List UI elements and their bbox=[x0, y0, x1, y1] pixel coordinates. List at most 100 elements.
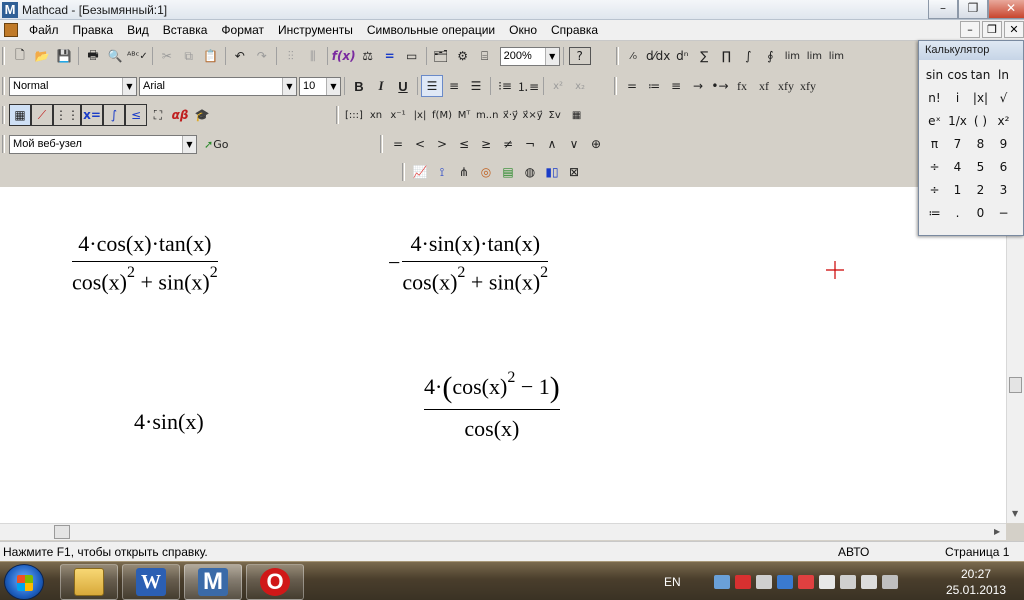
limit-right-icon[interactable]: lim bbox=[803, 45, 825, 67]
copy-icon[interactable]: ⧉ bbox=[178, 45, 200, 67]
matrix-vector-sum-button[interactable]: Σv bbox=[544, 104, 566, 126]
calc-key-sin[interactable]: sin bbox=[923, 63, 946, 86]
matrix-range-button[interactable]: m..n bbox=[475, 104, 499, 126]
bool-greater-equal-button[interactable]: ≥ bbox=[475, 133, 497, 155]
bar-3d-icon[interactable]: ◍ bbox=[519, 161, 541, 183]
redo-icon[interactable]: ↷ bbox=[251, 45, 273, 67]
calc-key-0[interactable]: 0 bbox=[969, 201, 992, 224]
align-right-icon[interactable]: ☰ bbox=[465, 75, 487, 97]
expression-1[interactable]: 4·cos(x)·tan(x) cos(x)2 + sin(x)2 bbox=[72, 231, 218, 295]
vertical-scroll-thumb[interactable] bbox=[1009, 377, 1022, 393]
matrix-dot-product-button[interactable]: x⃗·y⃗ bbox=[499, 104, 521, 126]
calc-key-define[interactable]: ≔ bbox=[923, 201, 946, 224]
menu-view[interactable]: Вид bbox=[120, 23, 156, 37]
treefix-operator-button[interactable]: xfy bbox=[797, 75, 819, 97]
component-icon[interactable]: ⚙ bbox=[452, 45, 474, 67]
calc-key-divide[interactable]: ÷ bbox=[923, 178, 946, 201]
calculator-palette-icon[interactable]: ▦ bbox=[9, 104, 31, 126]
expression-3[interactable]: 4·sin(x) bbox=[134, 409, 204, 435]
calc-key-5[interactable]: 5 bbox=[969, 155, 992, 178]
toolbar-grip[interactable] bbox=[2, 135, 5, 153]
start-button[interactable] bbox=[4, 564, 44, 600]
horizontal-scroll-thumb[interactable] bbox=[54, 525, 70, 539]
align-left-icon[interactable]: ☰ bbox=[421, 75, 443, 97]
scatter-3d-icon[interactable]: ▤ bbox=[497, 161, 519, 183]
spell-check-icon[interactable]: ᴬᴮᶜ✓ bbox=[126, 45, 149, 67]
calc-key-reciprocal[interactable]: 1/x bbox=[946, 109, 969, 132]
network-monitor-icon[interactable] bbox=[776, 574, 793, 589]
vertical-scrollbar[interactable]: ▲ ▼ bbox=[1006, 187, 1024, 523]
calc-key-2[interactable]: 2 bbox=[969, 178, 992, 201]
taskbar-explorer[interactable] bbox=[60, 564, 118, 600]
menu-symbolics[interactable]: Символьные операции bbox=[360, 23, 502, 37]
definite-integral-icon[interactable]: ∮ bbox=[759, 45, 781, 67]
calc-key-tan[interactable]: tan bbox=[969, 63, 992, 86]
print-preview-icon[interactable]: 🔍 bbox=[104, 45, 126, 67]
bool-equal-button[interactable]: = bbox=[387, 133, 409, 155]
calc-key-8[interactable]: 8 bbox=[969, 132, 992, 155]
infix-operator-button[interactable]: xfy bbox=[775, 75, 797, 97]
calc-key-3[interactable]: 3 bbox=[992, 178, 1015, 201]
calculus-palette-icon[interactable]: ∫ bbox=[103, 104, 125, 126]
matrix-inverse-button[interactable]: x⁻¹ bbox=[387, 104, 409, 126]
subscript-icon[interactable]: x₂ bbox=[569, 75, 591, 97]
symbolic-palette-icon[interactable]: 🎓 bbox=[191, 104, 213, 126]
font-select[interactable]: Arial ▼ bbox=[139, 76, 297, 96]
trace-icon[interactable]: ⌸ bbox=[474, 45, 496, 67]
style-select[interactable]: Normal ▼ bbox=[9, 76, 137, 96]
scroll-down-icon[interactable]: ▼ bbox=[1012, 509, 1018, 518]
matrix-insert-button[interactable]: [:::] bbox=[343, 104, 365, 126]
symbolic-identity-button[interactable]: ≡ bbox=[665, 75, 687, 97]
calc-key-sqrt[interactable]: √ bbox=[992, 86, 1015, 109]
calc-key-square[interactable]: x² bbox=[992, 109, 1015, 132]
insert-unit-icon[interactable]: ⚖ bbox=[357, 45, 379, 67]
greek-palette-icon[interactable]: αβ bbox=[169, 104, 191, 126]
toolbar-grip[interactable] bbox=[402, 163, 405, 181]
calc-key-4[interactable]: 4 bbox=[946, 155, 969, 178]
minimize-button[interactable]: – bbox=[928, 0, 958, 19]
new-file-icon[interactable]: 🗋 bbox=[9, 45, 31, 67]
summation-icon[interactable]: ∑ bbox=[693, 45, 715, 67]
calc-key-decimal[interactable]: . bbox=[946, 201, 969, 224]
symbolic-equal-button[interactable]: = bbox=[621, 75, 643, 97]
calc-key-7[interactable]: 7 bbox=[946, 132, 969, 155]
volume-icon[interactable] bbox=[818, 574, 835, 589]
horizontal-scrollbar[interactable]: ▶ bbox=[0, 523, 1006, 540]
flag-icon[interactable] bbox=[755, 574, 772, 589]
matrix-determinant-button[interactable]: |x| bbox=[409, 104, 431, 126]
limit-both-icon[interactable]: lim bbox=[781, 45, 803, 67]
calc-key-abs[interactable]: |x| bbox=[969, 86, 992, 109]
go-button[interactable]: ➚ Go bbox=[203, 133, 229, 155]
worksheet[interactable]: 4·cos(x)·tan(x) cos(x)2 + sin(x)2 − 4·si… bbox=[0, 187, 1006, 523]
save-icon[interactable]: 💾 bbox=[53, 45, 75, 67]
bool-less-equal-button[interactable]: ≤ bbox=[453, 133, 475, 155]
matrix-transpose-button[interactable]: Mᵀ bbox=[453, 104, 475, 126]
menu-tools[interactable]: Инструменты bbox=[271, 23, 360, 37]
align-across-icon[interactable]: ⫶⫶ bbox=[280, 45, 302, 67]
calc-key-exp[interactable]: eˣ bbox=[923, 109, 946, 132]
taskbar-mathcad[interactable]: M bbox=[184, 564, 242, 600]
calc-key-inline-divide[interactable]: ÷ bbox=[923, 155, 946, 178]
evaluation-palette-icon[interactable]: x= bbox=[81, 104, 103, 126]
polar-plot-icon[interactable]: ⟟ bbox=[431, 161, 453, 183]
toolbar-grip[interactable] bbox=[616, 47, 619, 65]
integral-icon[interactable]: ∫ bbox=[737, 45, 759, 67]
symbolic-define-button[interactable]: ≔ bbox=[643, 75, 665, 97]
align-down-icon[interactable]: ⫼ bbox=[302, 45, 324, 67]
calc-key-parens[interactable]: ( ) bbox=[969, 109, 992, 132]
bool-or-button[interactable]: ∨ bbox=[563, 133, 585, 155]
taskbar-opera[interactable]: O bbox=[246, 564, 304, 600]
symbolic-evaluate-button[interactable]: → bbox=[687, 75, 709, 97]
restore-button[interactable]: ❐ bbox=[958, 0, 988, 19]
expression-4[interactable]: 4·(cos(x)2 − 1) cos(x) bbox=[424, 369, 560, 442]
align-center-icon[interactable]: ≡ bbox=[443, 75, 465, 97]
toolbar-grip[interactable] bbox=[380, 135, 383, 153]
numbered-list-icon[interactable]: ⒈≡ bbox=[516, 75, 540, 97]
calc-key-6[interactable]: 6 bbox=[992, 155, 1015, 178]
calc-key-cos[interactable]: cos bbox=[946, 63, 969, 86]
plot-wizard-icon[interactable]: ⊠ bbox=[563, 161, 585, 183]
paste-icon[interactable]: 📋 bbox=[200, 45, 222, 67]
insert-region-icon[interactable]: ▭ bbox=[401, 45, 423, 67]
calc-key-imaginary[interactable]: i bbox=[946, 86, 969, 109]
menu-file[interactable]: Файл bbox=[22, 23, 66, 37]
